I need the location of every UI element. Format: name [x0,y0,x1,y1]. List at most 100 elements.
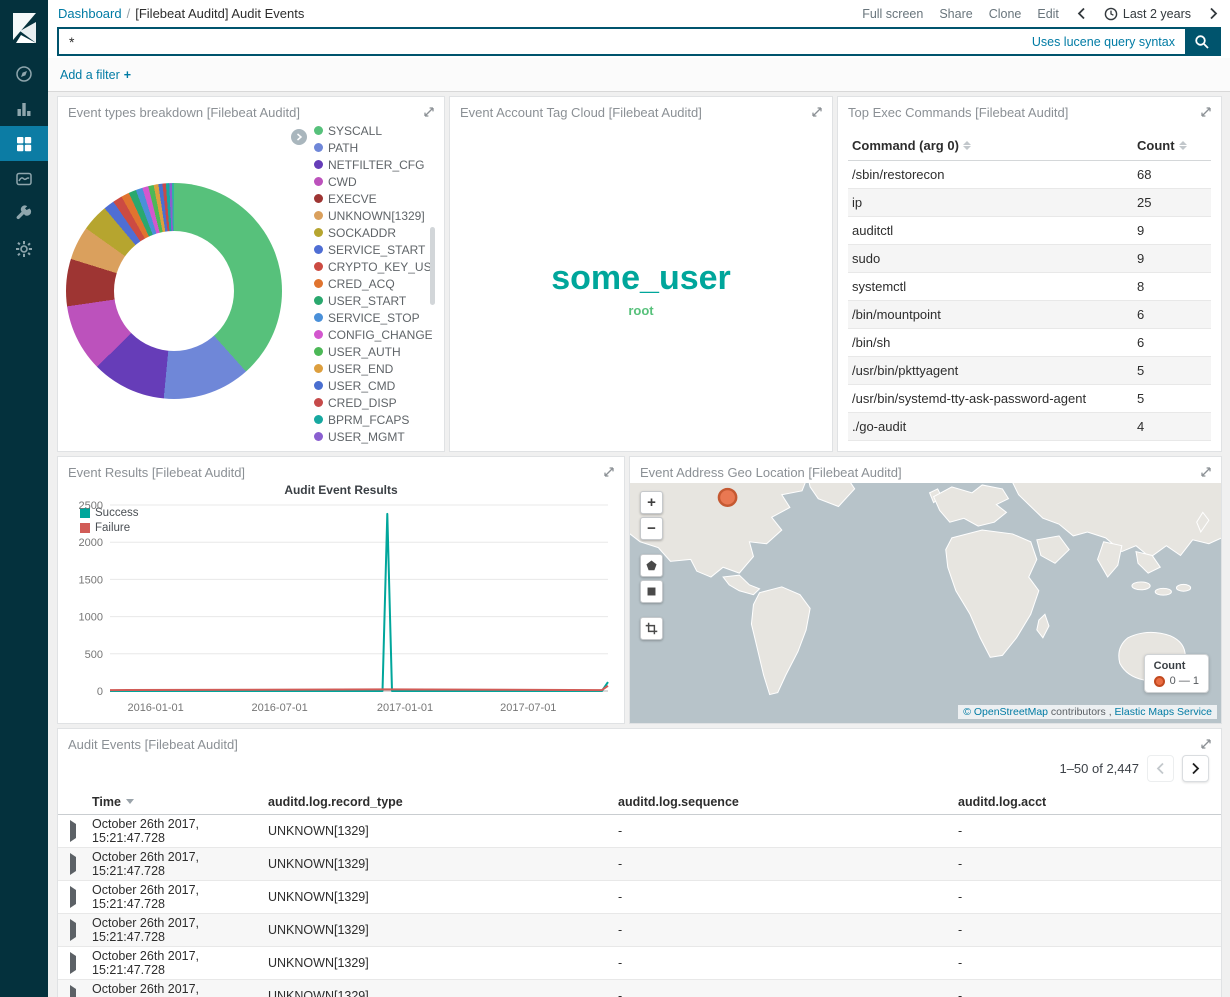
topnav-actions: Full screen Share Clone Edit Last 2 year… [862,5,1220,22]
command-cell: /usr/bin/pkttyagent [852,363,1137,378]
time-forward-button[interactable] [1207,5,1220,22]
kibana-logo[interactable] [0,0,48,56]
table-row: ip25 [848,189,1211,217]
legend-item[interactable]: USER_AUTH [314,346,432,358]
time-picker[interactable]: Last 2 years [1104,7,1191,21]
polygon-icon [645,559,658,572]
expand-row-caret-icon[interactable] [70,820,76,842]
fit-bounds-button[interactable] [640,617,663,640]
panel-audit-events: Audit Events [Filebeat Auditd] 1–50 of 2… [57,728,1222,997]
legend-item[interactable]: CONFIG_CHANGE [314,329,432,341]
next-page-button[interactable] [1182,755,1209,782]
pagination: 1–50 of 2,447 [1059,755,1209,782]
legend-item[interactable]: UNKNOWN[1329] [314,210,432,222]
legend-item[interactable]: CRYPTO_KEY_USER [314,261,432,273]
zoom-out-button[interactable]: − [640,517,663,540]
legend-scrollbar[interactable] [430,227,435,305]
elastic-maps-service-link[interactable]: Elastic Maps Service [1115,706,1212,718]
clone-button[interactable]: Clone [989,7,1022,21]
expand-row-caret-icon[interactable] [70,985,76,997]
expand-panel-button[interactable] [421,104,437,123]
openstreetmap-link[interactable]: © OpenStreetMap [963,706,1048,718]
sidebar-item-dev-tools[interactable] [0,196,48,231]
column-header-label: auditd.log.acct [958,795,1046,809]
expand-row-caret-icon[interactable] [70,919,76,941]
svg-text:1500: 1500 [79,574,103,586]
expand-row-caret-icon[interactable] [70,853,76,875]
column-header-time[interactable]: Time [92,795,268,809]
expand-panel-button[interactable] [1198,104,1214,123]
rectangle-draw-button[interactable] [640,580,663,603]
legend-toggle-button[interactable] [291,129,307,145]
legend-item[interactable]: EXECVE [314,193,432,205]
column-header-sequence[interactable]: auditd.log.sequence [618,795,958,809]
timelion-icon [15,170,33,188]
sidebar-item-dashboard[interactable] [0,126,48,161]
time-back-button[interactable] [1075,5,1088,22]
legend-item[interactable]: SERVICE_START [314,244,432,256]
search-button[interactable] [1185,29,1219,54]
geo-point-marker[interactable] [719,489,736,506]
full-screen-button[interactable]: Full screen [862,7,923,21]
sidebar-item-management[interactable] [0,231,48,266]
command-cell: /bin/sh [852,335,1137,350]
expand-panel-button[interactable] [809,104,825,123]
count-cell: 5 [1137,391,1207,406]
table-row: October 26th 2017, 15:21:47.728UNKNOWN[1… [58,947,1221,980]
previous-page-button[interactable] [1147,755,1174,782]
add-filter-link[interactable]: Add a filter+ [60,68,131,82]
expand-icon [1200,466,1212,478]
legend-label: CWD [328,176,357,188]
column-header-command[interactable]: Command (arg 0) [852,138,1137,153]
lucene-syntax-link[interactable]: Uses lucene query syntax [1032,35,1175,49]
sidebar-item-timelion[interactable] [0,161,48,196]
tag-cloud-tag[interactable]: some_user [551,261,731,295]
legend-color-dot [314,313,323,322]
share-button[interactable]: Share [939,7,972,21]
column-header-count[interactable]: Count [1137,138,1207,153]
command-cell: /usr/bin/systemd-tty-ask-password-agent [852,391,1137,406]
legend-item[interactable]: BPRM_FCAPS [314,414,432,426]
wrench-icon [15,205,33,223]
acct-cell: - [958,923,1221,937]
panel-event-types-breakdown: Event types breakdown [Filebeat Auditd] … [57,96,445,452]
legend-item[interactable]: NETFILTER_CFG [314,159,432,171]
table-row: systemctl8 [848,273,1211,301]
table-row: October 26th 2017, 15:21:47.728UNKNOWN[1… [58,914,1221,947]
filter-bar: Add a filter+ [48,58,1230,92]
breadcrumb-dashboard-link[interactable]: Dashboard [58,6,122,21]
panel-title: Event types breakdown [Filebeat Auditd] [58,97,444,128]
expand-row-caret-icon[interactable] [70,952,76,974]
expand-panel-button[interactable] [601,464,617,483]
expand-panel-button[interactable] [1198,464,1214,483]
legend-item[interactable]: CRED_DISP [314,397,432,409]
polygon-draw-button[interactable] [640,554,663,577]
expand-panel-button[interactable] [1198,736,1214,755]
dashboard-icon [15,135,33,153]
sidebar-item-visualize[interactable] [0,91,48,126]
column-header-acct[interactable]: auditd.log.acct [958,795,1221,809]
edit-button[interactable]: Edit [1037,7,1059,21]
legend-item[interactable]: USER_MGMT [314,431,432,443]
expand-row-caret-icon[interactable] [70,886,76,908]
world-map[interactable]: + − Count 0 — 1 [630,483,1221,723]
column-header-record-type[interactable]: auditd.log.record_type [268,795,618,809]
legend-item[interactable]: SYSCALL [314,125,432,137]
legend-item[interactable]: USER_CMD [314,380,432,392]
breadcrumb-separator: / [127,6,131,21]
search-query-input[interactable] [59,34,1032,50]
legend-item[interactable]: CRED_ACQ [314,278,432,290]
panel-title: Audit Events [Filebeat Auditd] [58,729,1221,760]
legend-item[interactable]: USER_END [314,363,432,375]
legend-item[interactable]: SERVICE_STOP [314,312,432,324]
legend-item[interactable]: SOCKADDR [314,227,432,239]
tag-cloud-tag[interactable]: root [628,304,653,317]
legend-item[interactable]: USER_START [314,295,432,307]
legend-item[interactable]: PATH [314,142,432,154]
donut-chart[interactable] [66,183,282,399]
command-cell: systemctl [852,279,1137,294]
legend-item[interactable]: CWD [314,176,432,188]
sidebar-item-discover[interactable] [0,56,48,91]
svg-text:2017-07-01: 2017-07-01 [500,702,556,714]
zoom-in-button[interactable]: + [640,491,663,514]
